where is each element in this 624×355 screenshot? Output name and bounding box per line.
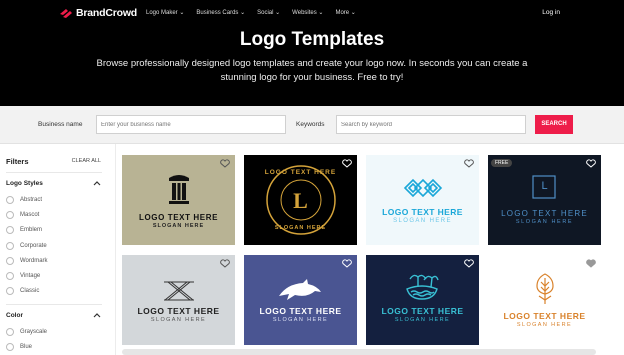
radio-button[interactable] (6, 196, 14, 204)
slogan-text: SLOGAN HERE (516, 322, 573, 328)
page-title: Logo Templates (239, 29, 385, 50)
clear-all-link[interactable]: CLEAR ALL (72, 158, 101, 164)
badge-letter: L (541, 180, 548, 192)
logo-card[interactable]: LOGO TEXT HERE SLOGAN HERE (122, 255, 235, 345)
logo-text: LOGO TEXT HERE (138, 213, 219, 222)
heart-icon[interactable] (586, 159, 596, 168)
slogan-text: SLOGAN HERE (272, 317, 329, 323)
page-subtitle: Browse professionally designed logo temp… (96, 58, 528, 83)
filter-option-blue[interactable]: Blue (6, 343, 32, 351)
horizontal-scrollbar[interactable] (122, 349, 596, 355)
logo-text: LOGO TEXT HERE (259, 306, 342, 316)
radio-button[interactable] (6, 242, 14, 250)
filter-option-vintage[interactable]: Vintage (6, 272, 40, 280)
logo-text: LOGO TEXT HERE (264, 169, 337, 176)
filter-option-grayscale[interactable]: Grayscale (6, 328, 47, 336)
filter-option-classic[interactable]: Classic (6, 287, 39, 295)
logo-card[interactable]: FREE L LOGO TEXT HERE SLOGAN HERE (488, 155, 601, 245)
filter-option-emblem[interactable]: Emblem (6, 226, 42, 234)
logo-card[interactable]: LOGO TEXT HERE L SLOGAN HERE (244, 155, 357, 245)
heart-icon[interactable] (220, 159, 230, 168)
nav-websites[interactable]: Websites ⌄ (292, 9, 323, 16)
slogan-text: SLOGAN HERE (274, 225, 327, 231)
keywords-input[interactable] (336, 115, 526, 134)
heart-icon[interactable] (586, 259, 596, 268)
logo-card[interactable]: LOGO TEXT HERE SLOGAN HERE (488, 255, 601, 345)
nav-more[interactable]: More ⌄ (335, 9, 355, 16)
heart-icon[interactable] (342, 159, 352, 168)
nav-logo-maker[interactable]: Logo Maker ⌄ (146, 9, 184, 16)
hero-header: BrandCrowd Logo Maker ⌄ Business Cards ⌄… (0, 0, 624, 106)
free-badge: FREE (491, 159, 513, 167)
heart-icon[interactable] (342, 259, 352, 268)
slogan-text: SLOGAN HERE (150, 317, 207, 323)
divider (6, 304, 102, 305)
nav-social[interactable]: Social ⌄ (257, 9, 280, 16)
business-name-label: Business name (38, 121, 83, 128)
keywords-label: Keywords (296, 121, 325, 128)
geometric-x-icon (164, 281, 194, 301)
slogan-text: SLOGAN HERE (152, 223, 205, 229)
heart-icon[interactable] (220, 259, 230, 268)
filter-option-mascot[interactable]: Mascot (6, 211, 39, 219)
wheat-icon (536, 273, 554, 304)
filters-sidebar: Filters CLEAR ALL Logo Styles Abstract M… (0, 144, 116, 355)
nav-business-cards[interactable]: Business Cards ⌄ (196, 9, 245, 16)
dolphin-icon (279, 279, 321, 300)
radio-button[interactable] (6, 226, 14, 234)
logo-text: LOGO TEXT HERE (381, 306, 464, 316)
pillar-icon (169, 175, 189, 204)
radio-button[interactable] (6, 211, 14, 219)
logo-text: LOGO TEXT HERE (382, 207, 463, 217)
logo-text: LOGO TEXT HERE (501, 209, 588, 218)
slogan-text: SLOGAN HERE (393, 218, 452, 224)
brand-name: BrandCrowd (76, 7, 138, 19)
slogan-text: SLOGAN HERE (515, 219, 574, 225)
filter-option-wordmark[interactable]: Wordmark (6, 257, 48, 265)
logo-card[interactable]: LOGO TEXT HERE SLOGAN HERE (366, 155, 479, 245)
nav-links: Logo Maker ⌄ Business Cards ⌄ Social ⌄ W… (146, 9, 368, 16)
slogan-text: SLOGAN HERE (394, 317, 451, 323)
logo-text: LOGO TEXT HERE (503, 311, 586, 321)
filter-option-corporate[interactable]: Corporate (6, 242, 47, 250)
brand-logo[interactable]: BrandCrowd (60, 7, 137, 19)
filter-option-abstract[interactable]: Abstract (6, 196, 42, 204)
logo-card[interactable]: LOGO TEXT HERE SLOGAN HERE (122, 155, 235, 245)
business-name-input[interactable] (96, 115, 286, 134)
brandcrowd-logo-icon (60, 8, 72, 18)
top-nav: BrandCrowd Logo Maker ⌄ Business Cards ⌄… (0, 0, 624, 28)
logo-styles-title: Logo Styles (6, 180, 43, 187)
palm-island-icon (406, 274, 439, 300)
logo-text: LOGO TEXT HERE (137, 306, 220, 316)
logo-card[interactable]: LOGO TEXT HERE SLOGAN HERE (244, 255, 357, 345)
search-button[interactable]: SEARCH (535, 115, 573, 134)
chevron-up-icon[interactable] (93, 180, 101, 186)
heart-icon[interactable] (464, 259, 474, 268)
filters-title: Filters (6, 157, 29, 166)
search-bar: Business name Keywords SEARCH (0, 106, 624, 144)
heart-icon[interactable] (464, 159, 474, 168)
diamond-pattern-icon (403, 178, 443, 198)
radio-button[interactable] (6, 328, 14, 336)
badge-letter: L (293, 188, 308, 213)
radio-button[interactable] (6, 343, 14, 351)
radio-button[interactable] (6, 287, 14, 295)
radio-button[interactable] (6, 272, 14, 280)
chevron-up-icon[interactable] (93, 312, 101, 318)
radio-button[interactable] (6, 257, 14, 265)
divider (6, 172, 102, 173)
logo-card[interactable]: LOGO TEXT HERE SLOGAN HERE (366, 255, 479, 345)
login-link[interactable]: Log in (542, 9, 560, 16)
color-filter-title: Color (6, 312, 23, 319)
